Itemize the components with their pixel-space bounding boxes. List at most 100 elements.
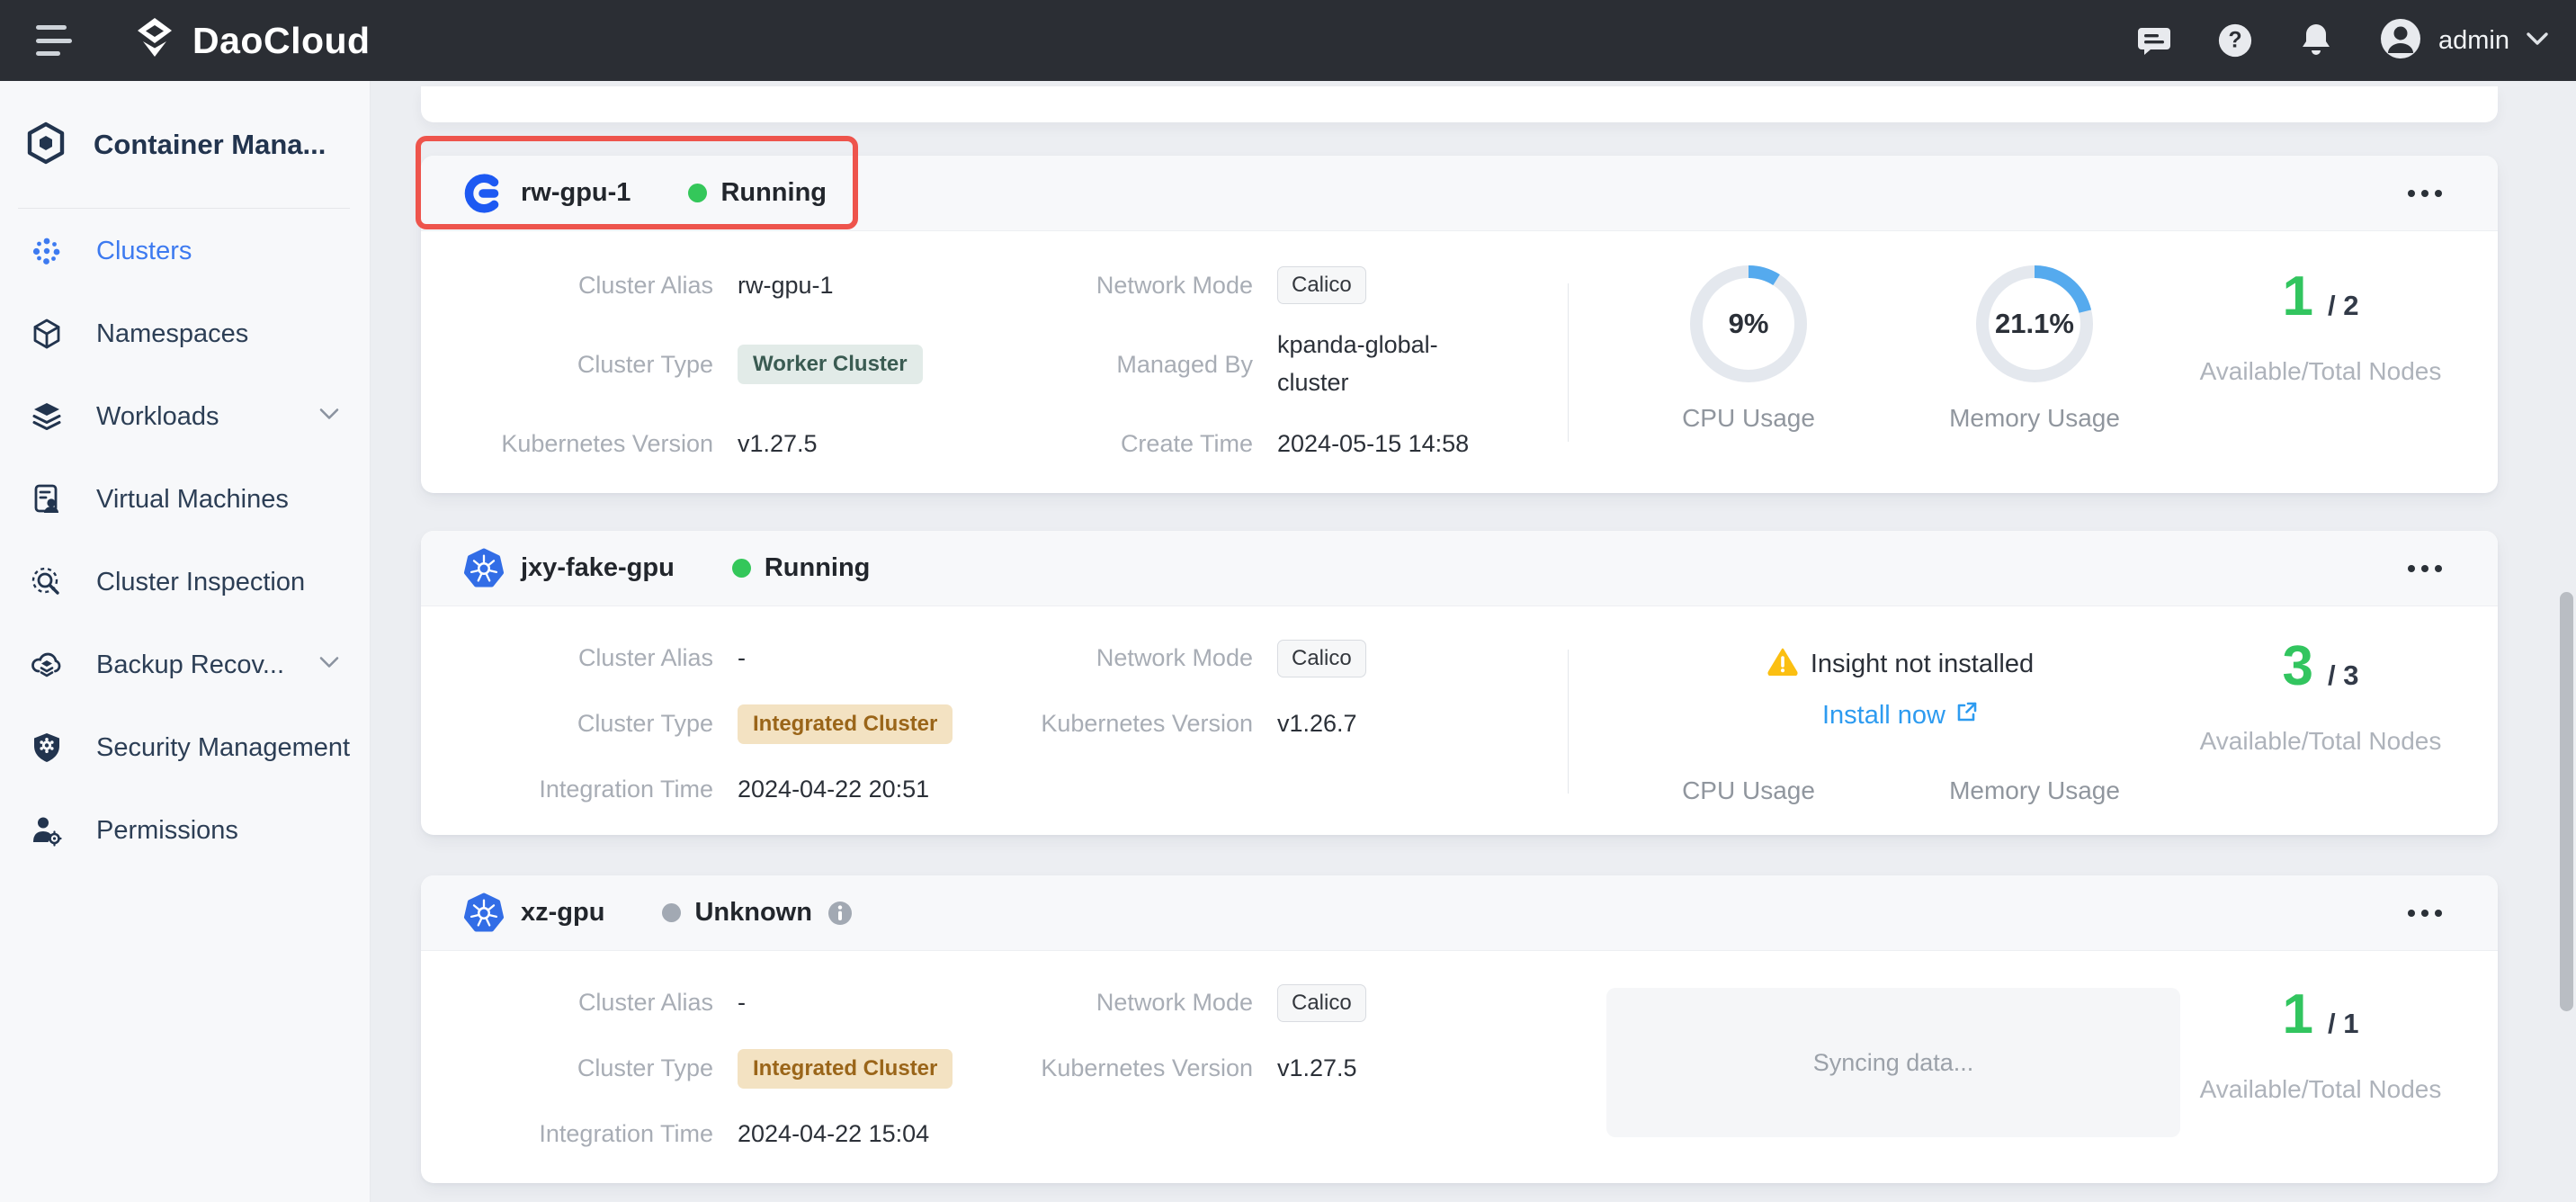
field-label: Kubernetes Version [997, 1054, 1277, 1082]
cluster-details: Cluster Alias - Network Mode Calico Clus… [421, 951, 1568, 1167]
cluster-name[interactable]: xz-gpu [521, 898, 604, 928]
topbar-actions: ? admin [2136, 0, 2549, 81]
sidebar: Container Mana... Clusters [0, 81, 371, 1202]
cluster-card-body: Cluster Alias - Network Mode Calico Clus… [421, 606, 2498, 834]
field-label: Cluster Type [421, 351, 738, 379]
field-label: Cluster Type [421, 1054, 738, 1082]
product-title: Container Mana... [94, 129, 326, 161]
field-label: Network Mode [997, 989, 1277, 1017]
cluster-card-jxy-fake-gpu: jxy-fake-gpu Running Cluster Alias - Net… [421, 531, 2498, 835]
field-value: v1.26.7 [1277, 710, 1568, 738]
svg-text:?: ? [2228, 29, 2241, 53]
more-actions-button[interactable] [2399, 901, 2451, 926]
sidebar-item-virtual-machines[interactable]: Virtual Machines [0, 458, 370, 541]
workloads-icon [30, 399, 64, 434]
cluster-status: Unknown [662, 898, 812, 928]
cluster-metrics: Insight not installed Install now [1568, 606, 2498, 834]
warning-icon [1767, 648, 1798, 680]
cluster-card-header: rw-gpu-1 Running [421, 156, 2498, 231]
field-value: kpanda-global-cluster [1277, 327, 1498, 402]
cluster-type-badge: Integrated Cluster [738, 704, 953, 744]
brand-logo[interactable]: DaoCloud [131, 15, 371, 67]
field-label: Integration Time [421, 1120, 738, 1148]
container-management-icon [23, 121, 68, 170]
cluster-inspection-icon [30, 565, 64, 599]
kubernetes-icon [463, 548, 505, 589]
user-name: admin [2438, 26, 2509, 56]
total-nodes-count: / 3 [2328, 659, 2358, 692]
field-label: Kubernetes Version [421, 430, 738, 458]
sidebar-item-backup-recovery[interactable]: Backup Recov... [0, 623, 370, 706]
field-value: - [738, 989, 997, 1017]
field-label: Network Mode [997, 644, 1277, 672]
virtual-machines-icon [30, 482, 64, 516]
sidebar-divider [18, 208, 350, 209]
install-now-link[interactable]: Install now [1658, 700, 2143, 731]
app-root: DaoCloud ? [0, 0, 2576, 1202]
hamburger-menu-icon[interactable] [36, 25, 76, 56]
field-value: 2024-04-22 15:04 [738, 1120, 997, 1148]
help-icon[interactable]: ? [2217, 22, 2253, 58]
cluster-details: Cluster Alias rw-gpu-1 Network Mode Cali… [421, 231, 1568, 483]
sidebar-item-security-management[interactable]: Security Management [0, 706, 370, 789]
field-label: Integration Time [421, 776, 738, 803]
nodes-summary: 1 / 1 Available/Total Nodes [2177, 987, 2464, 1104]
field-label: Cluster Alias [421, 644, 738, 672]
total-nodes-count: / 1 [2328, 1008, 2358, 1040]
more-actions-button[interactable] [2399, 181, 2451, 206]
field-value: - [738, 644, 997, 672]
sidebar-item-namespaces[interactable]: Namespaces [0, 292, 370, 375]
field-value: 2024-05-15 14:58 [1277, 430, 1568, 458]
sidebar-item-permissions[interactable]: Permissions [0, 789, 370, 872]
brand-name: DaoCloud [192, 20, 371, 62]
user-menu[interactable]: admin [2379, 17, 2549, 65]
topbar: DaoCloud ? [0, 0, 2576, 81]
cluster-status: Running [688, 178, 827, 208]
cluster-details: Cluster Alias - Network Mode Calico Clus… [421, 606, 1568, 822]
avatar [2379, 17, 2422, 65]
notifications-bell-icon[interactable] [2298, 22, 2334, 58]
cluster-name[interactable]: jxy-fake-gpu [521, 553, 675, 583]
sidebar-item-clusters[interactable]: Clusters [0, 210, 370, 292]
insight-not-installed: Insight not installed Install now [1658, 648, 2143, 731]
field-value: rw-gpu-1 [738, 272, 997, 300]
sidebar-nav: Clusters Namespaces [0, 210, 370, 872]
field-label: Cluster Alias [421, 989, 738, 1017]
memory-usage-caption: Memory Usage [1916, 776, 2153, 805]
info-icon[interactable] [827, 900, 854, 927]
field-value: Calico [1277, 640, 1568, 677]
namespaces-icon [30, 317, 64, 351]
field-label: Managed By [997, 351, 1277, 379]
cpu-usage-gauge: 9% CPU Usage [1630, 265, 1867, 433]
more-actions-button[interactable] [2399, 556, 2451, 581]
sidebar-item-cluster-inspection[interactable]: Cluster Inspection [0, 541, 370, 623]
previous-card-partial [421, 86, 2498, 122]
chevron-down-icon [319, 657, 339, 674]
chevron-down-icon [2526, 31, 2549, 50]
chevron-down-icon [319, 408, 339, 426]
available-nodes-count: 1 [2283, 987, 2313, 1043]
cluster-metrics: Syncing data... 1 / 1 Available/Total No… [1568, 951, 2498, 1182]
cluster-name[interactable]: rw-gpu-1 [521, 178, 631, 208]
cluster-list: rw-gpu-1 Running Cluster Alias rw-gpu-1 … [371, 81, 2576, 1202]
scrollbar-thumb[interactable] [2560, 592, 2573, 1011]
field-value: 2024-04-22 20:51 [738, 776, 997, 803]
field-label: Create Time [997, 430, 1277, 458]
security-management-icon [30, 731, 64, 765]
product-switcher[interactable]: Container Mana... [23, 115, 355, 175]
network-mode-badge: Calico [1277, 984, 1366, 1022]
feedback-chat-icon[interactable] [2136, 22, 2172, 58]
field-label: Cluster Alias [421, 272, 738, 300]
available-nodes-count: 3 [2283, 639, 2313, 695]
custom-cluster-logo-icon [463, 173, 505, 214]
nodes-summary: 1 / 2 Available/Total Nodes [2177, 269, 2464, 386]
kubernetes-icon [463, 893, 505, 934]
memory-usage-gauge: 21.1% Memory Usage [1916, 265, 2153, 433]
field-value: Worker Cluster [738, 345, 997, 384]
cluster-card-header: xz-gpu Unknown [421, 875, 2498, 951]
field-value: Integrated Cluster [738, 1049, 997, 1089]
cluster-type-badge: Worker Cluster [738, 345, 923, 384]
sidebar-item-workloads[interactable]: Workloads [0, 375, 370, 458]
field-value: Calico [1277, 984, 1568, 1022]
cluster-card-rw-gpu-1: rw-gpu-1 Running Cluster Alias rw-gpu-1 … [421, 156, 2498, 493]
